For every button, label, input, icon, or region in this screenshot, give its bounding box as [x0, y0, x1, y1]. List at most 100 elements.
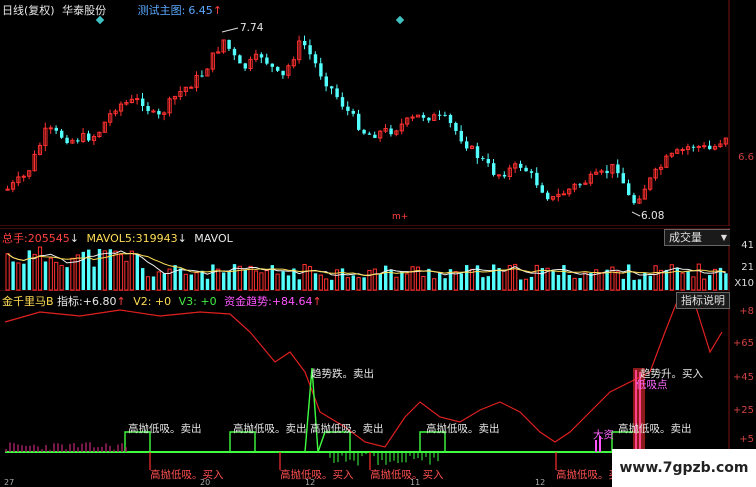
candle-body — [459, 130, 463, 142]
volume-bar — [102, 250, 107, 291]
volume-bar — [438, 272, 442, 290]
price-chart[interactable] — [0, 0, 730, 226]
volume-bar — [599, 272, 604, 291]
volume-bar — [410, 266, 415, 291]
candle-body — [200, 75, 204, 77]
volume-bar — [275, 273, 280, 291]
mavol5-label: MAVOL5: — [86, 232, 136, 245]
volume-bar — [227, 270, 231, 290]
candle-body — [475, 146, 480, 159]
volume-bar — [129, 250, 134, 291]
volume-header: 总手:205545↓ MAVOL5:319943↓ MAVOL — [2, 230, 233, 246]
candle-body — [492, 163, 496, 175]
total-volume-value: 205545 — [27, 232, 70, 245]
volume-bar — [65, 267, 69, 290]
candle-body — [141, 98, 145, 107]
candle-body — [486, 158, 490, 164]
candle-body — [389, 128, 393, 135]
indicator-axis-label-4: +25 — [732, 405, 754, 416]
volume-pane[interactable]: 总手:205545↓ MAVOL5:319943↓ MAVOL 成交量 ▼ — [0, 228, 732, 291]
volume-bar — [459, 273, 463, 290]
candle-body — [265, 57, 269, 64]
candle-body — [276, 66, 280, 71]
volume-bar — [286, 275, 291, 290]
down-arrow-icon: ↓ — [69, 232, 79, 245]
volume-bar — [141, 268, 145, 290]
volume-bar — [492, 264, 496, 290]
candle-body — [421, 115, 426, 118]
volume-bar — [32, 253, 37, 291]
indicator-help-button[interactable]: 指标说明 — [676, 292, 730, 309]
volume-bar — [173, 265, 177, 290]
date-label: 12 — [305, 478, 316, 487]
volume-selector[interactable]: 成交量 ▼ — [664, 229, 732, 246]
volume-bar — [405, 273, 410, 291]
candle-body — [529, 171, 534, 173]
v3-value: V3: +0 — [178, 295, 217, 308]
candle-body — [680, 149, 685, 152]
volume-bar — [362, 277, 366, 290]
volume-bar — [307, 266, 313, 291]
candle-body — [367, 133, 372, 135]
volume-bar — [356, 277, 361, 291]
volume-bar — [686, 270, 690, 290]
volume-bar — [345, 277, 350, 291]
volume-bar — [583, 271, 588, 291]
volume-bar — [632, 279, 636, 290]
candle-body — [465, 141, 469, 149]
candle-body — [427, 117, 431, 121]
volume-bar — [421, 276, 426, 291]
volume-bar — [205, 278, 210, 290]
candle-body — [691, 146, 696, 148]
candle-body — [621, 173, 625, 184]
candle-body — [448, 114, 453, 124]
volume-bar — [162, 273, 166, 290]
volume-bar — [200, 270, 204, 290]
volume-bar — [135, 253, 139, 290]
candle-body — [146, 106, 150, 112]
candle-body — [519, 163, 523, 168]
volume-bar — [340, 268, 345, 290]
volume-axis-label-1: 41 — [741, 240, 754, 251]
volume-bar — [637, 279, 642, 290]
indicator-label: 指标: — [57, 295, 83, 308]
volume-bar — [330, 279, 334, 290]
volume-bar — [724, 273, 728, 290]
candle-body — [189, 86, 194, 89]
volume-bar — [313, 273, 318, 290]
price-header: 日线(复权) 华泰股份 测试主图: 6.45↑ — [2, 2, 222, 18]
low-price-label: 6.08 — [641, 210, 665, 222]
candle-body — [313, 54, 318, 64]
volume-bar — [432, 278, 437, 291]
high-callout-line — [221, 27, 239, 33]
mavol-label: MAVOL — [194, 232, 233, 245]
candle-body — [65, 137, 69, 144]
volume-bar — [691, 276, 696, 291]
signal-low-point: 低吸点 — [636, 379, 668, 391]
volume-bar — [92, 266, 96, 290]
volume-bar — [497, 268, 501, 290]
candle-body — [362, 129, 366, 134]
volume-bar — [578, 278, 582, 290]
volume-axis-label-2: 21 — [741, 262, 754, 273]
candle-body — [524, 167, 528, 172]
low-callout-line — [631, 211, 641, 217]
volume-bar — [124, 260, 129, 291]
candle-body — [540, 185, 544, 193]
volume-bar — [264, 270, 269, 291]
chevron-down-icon[interactable]: ▼ — [721, 230, 727, 245]
candle-body — [335, 88, 339, 98]
volume-bar — [702, 278, 707, 291]
fund-trend-label: 资金趋势: — [224, 295, 272, 308]
volume-bar — [523, 278, 529, 291]
volume-bar — [189, 274, 193, 290]
price-pane[interactable]: 日线(复权) 华泰股份 测试主图: 6.45↑ 7.74 6.08 m+ — [0, 0, 730, 226]
candle-body — [616, 164, 620, 174]
signal-sell: 高抛低吸。卖出 — [618, 423, 692, 435]
volume-bar — [653, 265, 658, 291]
candle-body — [60, 130, 64, 138]
volume-bar — [151, 276, 156, 290]
candle-body — [708, 145, 712, 150]
volume-bar — [156, 271, 161, 291]
volume-bar — [297, 279, 301, 290]
